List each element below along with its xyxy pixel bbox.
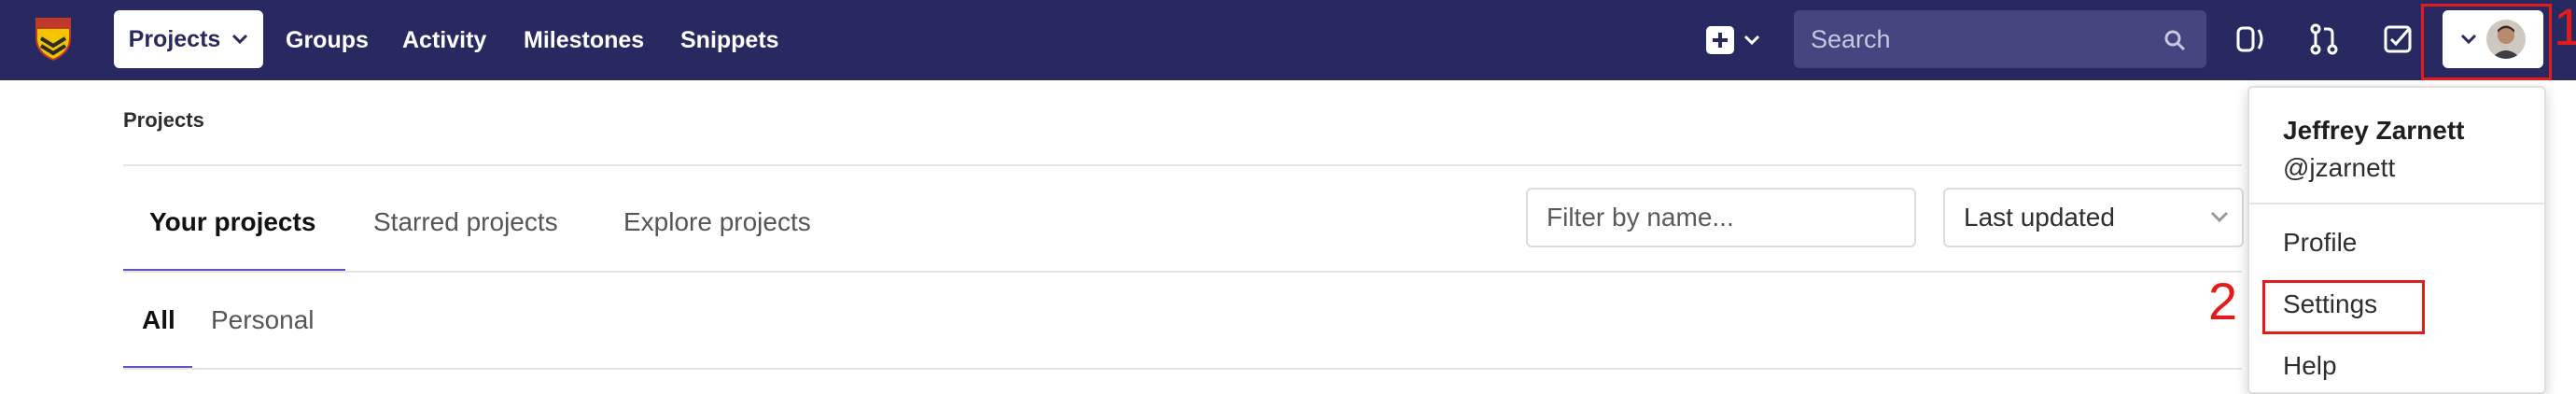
sort-dropdown[interactable]: Last updated bbox=[1943, 188, 2244, 247]
menu-item-help[interactable]: Help bbox=[2283, 351, 2337, 381]
tab-starred-projects[interactable]: Starred projects bbox=[373, 207, 558, 237]
chevron-down-icon bbox=[2210, 211, 2229, 223]
nav-link-milestones[interactable]: Milestones bbox=[524, 0, 644, 80]
subtab-all[interactable]: All bbox=[142, 305, 175, 335]
subtabs-divider bbox=[123, 368, 2242, 370]
chevron-down-icon bbox=[1743, 35, 1760, 46]
nav-link-groups[interactable]: Groups bbox=[286, 0, 369, 80]
menu-divider bbox=[2249, 203, 2544, 204]
tab-explore-projects[interactable]: Explore projects bbox=[623, 207, 811, 237]
search-input[interactable]: Search bbox=[1794, 10, 2206, 68]
user-full-name: Jeffrey Zarnett bbox=[2283, 116, 2465, 145]
search-icon bbox=[2164, 30, 2186, 51]
new-item-dropdown-button[interactable] bbox=[1706, 22, 1766, 58]
user-handle: @jzarnett bbox=[2283, 153, 2396, 182]
projects-dropdown-button[interactable]: Projects bbox=[114, 10, 263, 68]
nav-link-snippets[interactable]: Snippets bbox=[680, 0, 779, 80]
issues-icon[interactable] bbox=[2233, 21, 2270, 58]
tabs-divider bbox=[123, 271, 2242, 273]
filter-by-name-input[interactable]: Filter by name... bbox=[1526, 188, 1916, 247]
search-placeholder: Search bbox=[1811, 25, 1891, 53]
menu-item-profile[interactable]: Profile bbox=[2283, 228, 2357, 258]
breadcrumb-divider bbox=[123, 164, 2242, 166]
chevron-down-icon bbox=[232, 34, 248, 45]
subtab-personal[interactable]: Personal bbox=[211, 305, 315, 335]
user-dropdown-menu: Jeffrey Zarnett @jzarnett Profile Settin… bbox=[2247, 86, 2546, 394]
merge-requests-icon[interactable] bbox=[2305, 21, 2343, 58]
tab-your-projects[interactable]: Your projects bbox=[149, 207, 315, 237]
nav-link-activity[interactable]: Activity bbox=[402, 0, 486, 80]
annotation-number-1: 1 bbox=[2554, 0, 2576, 56]
annotation-box-settings bbox=[2262, 280, 2425, 334]
annotation-box-user-menu bbox=[2421, 4, 2552, 80]
breadcrumb[interactable]: Projects bbox=[123, 108, 204, 133]
sort-selected-value: Last updated bbox=[1964, 203, 2115, 232]
todos-icon[interactable] bbox=[2379, 21, 2416, 58]
plus-square-icon bbox=[1706, 26, 1734, 54]
projects-button-label: Projects bbox=[128, 25, 221, 52]
annotation-number-2: 2 bbox=[2208, 272, 2238, 331]
top-navbar: Projects Groups Activity Milestones Snip… bbox=[0, 0, 2576, 80]
university-crest-logo[interactable] bbox=[34, 16, 73, 61]
